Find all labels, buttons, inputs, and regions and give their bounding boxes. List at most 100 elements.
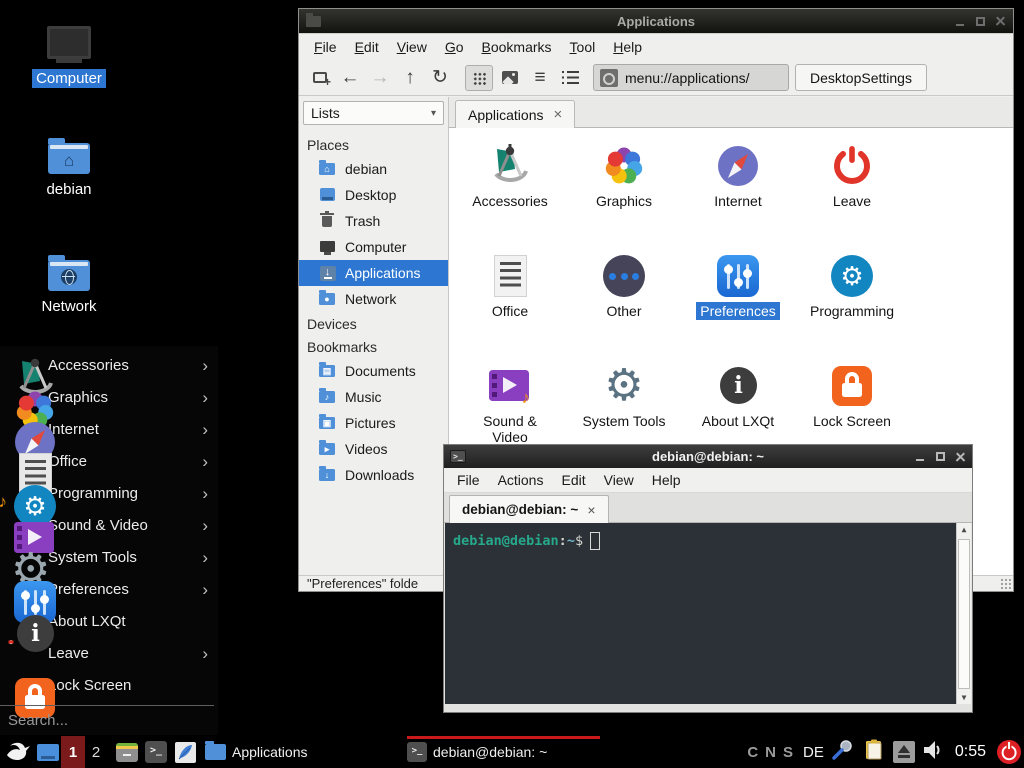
screenshot-tray-icon[interactable] <box>831 738 855 767</box>
app-system-tools[interactable]: ⚙ System Tools <box>570 362 678 429</box>
menu-search-input[interactable]: Search... <box>0 705 214 735</box>
back-button[interactable]: ← <box>335 64 365 92</box>
sidebar-item-music[interactable]: ♪ Music <box>299 384 448 410</box>
show-desktop-button[interactable] <box>35 736 61 768</box>
menu-item-office[interactable]: Office › <box>0 445 218 477</box>
fm-menu-file[interactable]: File <box>305 36 346 58</box>
app-other[interactable]: Other <box>570 252 678 319</box>
app-accessories[interactable]: Accessories <box>456 142 564 209</box>
app-lock-screen[interactable]: Lock Screen <box>798 362 906 429</box>
quicklaunch-terminal[interactable]: >_ <box>142 736 170 768</box>
quicklaunch-featherpad[interactable] <box>171 736 199 768</box>
scroll-down-icon[interactable]: ▼ <box>957 691 971 704</box>
term-menu-actions[interactable]: Actions <box>489 469 553 491</box>
app-preferences[interactable]: Preferences <box>684 252 792 319</box>
sidebar-mode-dropdown[interactable]: Lists ▾ <box>303 101 444 125</box>
menu-item-internet[interactable]: Internet › <box>0 413 218 445</box>
fm-tab-applications[interactable]: Applications × <box>455 100 575 128</box>
app-office[interactable]: Office <box>456 252 564 319</box>
desktop-settings-button[interactable]: DesktopSettings <box>795 64 927 91</box>
app-graphics[interactable]: Graphics <box>570 142 678 209</box>
new-tab-button[interactable] <box>305 64 335 92</box>
app-leave[interactable]: Leave <box>798 142 906 209</box>
menu-item-system-tools[interactable]: ⚙ System Tools › <box>0 541 218 573</box>
up-button[interactable]: ↑ <box>395 64 425 92</box>
term-menu-view[interactable]: View <box>595 469 643 491</box>
task-button-terminal[interactable]: >_ debian@debian: ~ <box>407 736 600 768</box>
sidebar-item-network[interactable]: ● Network <box>299 286 448 312</box>
compact-view-button[interactable]: ≡ <box>525 64 555 92</box>
app-sound-video[interactable]: ♪ Sound & Video <box>456 362 564 445</box>
fm-menu-edit[interactable]: Edit <box>346 36 388 58</box>
power-button[interactable] <box>997 740 1021 764</box>
sidebar-item-pictures[interactable]: ▣ Pictures <box>299 410 448 436</box>
clock[interactable]: 0:55 <box>955 743 986 761</box>
sidebar-item-downloads[interactable]: ↓ Downloads <box>299 462 448 488</box>
sidebar-item-applications[interactable]: ↓ Applications <box>299 260 448 286</box>
terminal-titlebar[interactable]: >_ debian@debian: ~ <box>444 445 972 468</box>
desktop-icon-computer[interactable]: Computer <box>23 26 115 88</box>
menu-item-lock-screen[interactable]: Lock Screen <box>0 669 218 701</box>
menu-item-about-lxqt[interactable]: i About LXQt <box>0 605 218 637</box>
desktop-icon-debian[interactable]: ⌂ debian <box>23 138 115 199</box>
menu-item-leave[interactable]: Leave › <box>0 637 218 669</box>
tab-close-icon[interactable]: × <box>554 106 563 123</box>
refresh-button[interactable]: ↻ <box>425 64 455 92</box>
minimize-button[interactable] <box>915 451 926 462</box>
app-programming[interactable]: ⚙ Programming <box>798 252 906 319</box>
workspace-2-button[interactable]: 2 <box>86 736 106 768</box>
app-internet[interactable]: Internet <box>684 142 792 209</box>
desktop-icon-network[interactable]: Network <box>23 255 115 316</box>
sidebar-item-documents[interactable]: ▤ Documents <box>299 358 448 384</box>
start-menu-button[interactable] <box>3 736 33 768</box>
close-button[interactable] <box>955 451 966 462</box>
sidebar-item-desktop[interactable]: Desktop <box>299 182 448 208</box>
menu-item-preferences[interactable]: Preferences › <box>0 573 218 605</box>
maximize-button[interactable] <box>935 451 946 462</box>
fm-menu-help[interactable]: Help <box>604 36 651 58</box>
task-button-applications[interactable]: Applications <box>205 736 355 768</box>
menu-item-programming[interactable]: ⚙ Programming › <box>0 477 218 509</box>
clipboard-tray-icon[interactable] <box>862 738 886 767</box>
sidebar-item-trash[interactable]: Trash <box>299 208 448 234</box>
terminal-screen[interactable]: debian@debian:~$ ▲ ▼ <box>445 523 971 704</box>
scrollbar-thumb[interactable] <box>958 539 970 689</box>
thumbnail-view-button[interactable] <box>495 64 525 92</box>
menu-item-sound-video[interactable]: ♪ Sound & Video › <box>0 509 218 541</box>
icon-view-button[interactable] <box>465 65 493 91</box>
fm-menu-view[interactable]: View <box>388 36 436 58</box>
sidebar-item-videos[interactable]: ▸ Videos <box>299 436 448 462</box>
menu-item-graphics[interactable]: Graphics › <box>0 381 218 413</box>
sidebar-item-debian[interactable]: ⌂ debian <box>299 156 448 182</box>
forward-button[interactable]: → <box>365 64 395 92</box>
fm-menu-go[interactable]: Go <box>436 36 473 58</box>
fm-menu-tool[interactable]: Tool <box>561 36 605 58</box>
keyboard-layout-indicator[interactable]: DE <box>803 744 824 761</box>
scroll-up-icon[interactable]: ▲ <box>957 523 971 536</box>
terminal-scrollbar[interactable]: ▲ ▼ <box>956 523 971 704</box>
detailed-view-button[interactable] <box>555 64 585 92</box>
path-text: menu://applications/ <box>625 70 750 86</box>
volume-icon[interactable] <box>922 739 944 766</box>
trash-icon <box>322 216 332 227</box>
minimize-button[interactable] <box>955 16 966 27</box>
quicklaunch-file-manager[interactable] <box>113 736 141 768</box>
menu-item-accessories[interactable]: Accessories › <box>0 349 218 381</box>
term-menu-file[interactable]: File <box>448 469 489 491</box>
desktop-icon-label: debian <box>42 180 95 199</box>
fm-titlebar[interactable]: Applications <box>299 9 1013 34</box>
path-bar[interactable]: menu://applications/ <box>593 64 789 91</box>
resize-grip[interactable] <box>1000 578 1012 590</box>
removable-media-eject-icon[interactable] <box>893 741 915 763</box>
sidebar-item-computer[interactable]: Computer <box>299 234 448 260</box>
fm-menu-bookmarks[interactable]: Bookmarks <box>473 36 561 58</box>
tab-close-icon[interactable]: × <box>587 502 595 518</box>
term-menu-help[interactable]: Help <box>643 469 690 491</box>
scroll-lock-indicator: S <box>783 744 793 761</box>
maximize-button[interactable] <box>975 16 986 27</box>
terminal-tab[interactable]: debian@debian: ~ × <box>449 495 609 523</box>
workspace-1-button[interactable]: 1 <box>61 736 85 768</box>
term-menu-edit[interactable]: Edit <box>552 469 594 491</box>
close-button[interactable] <box>995 16 1006 27</box>
app-about-lxqt[interactable]: i About LXQt <box>684 362 792 429</box>
